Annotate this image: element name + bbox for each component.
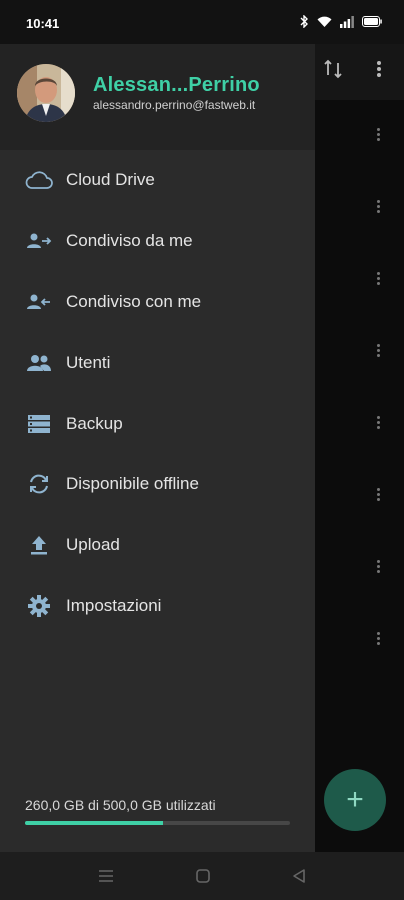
menu-item-shared-with-me[interactable]: Condiviso con me xyxy=(0,272,315,333)
menu-item-label: Disponibile offline xyxy=(66,474,199,494)
storage-usage-text: 260,0 GB di 500,0 GB utilizzati xyxy=(25,797,216,813)
menu-item-upload[interactable]: Upload xyxy=(0,515,315,576)
storage-progress-bar xyxy=(25,821,290,825)
add-fab-button[interactable]: + xyxy=(324,769,386,831)
menu-item-shared-by-me[interactable]: Condiviso da me xyxy=(0,211,315,272)
system-nav-bar xyxy=(0,852,404,900)
row-more-icon[interactable] xyxy=(372,414,384,434)
menu-item-label: Impostazioni xyxy=(66,595,162,615)
drawer-menu: Cloud Drive Condiviso da me Condiviso co… xyxy=(0,150,315,636)
menu-item-users[interactable]: Utenti xyxy=(0,332,315,393)
menu-item-label: Condiviso con me xyxy=(66,291,202,311)
more-vert-icon[interactable] xyxy=(372,58,386,85)
menu-item-label: Condiviso da me xyxy=(66,231,193,251)
row-more-icon[interactable] xyxy=(372,270,384,290)
shared-with-me-icon xyxy=(24,287,54,317)
row-more-icon[interactable] xyxy=(372,558,384,578)
cloud-icon xyxy=(24,165,54,195)
settings-icon xyxy=(24,591,54,621)
menu-item-label: Cloud Drive xyxy=(66,170,155,190)
menu-item-label: Upload xyxy=(66,535,120,555)
row-more-icon[interactable] xyxy=(372,342,384,362)
menu-item-settings[interactable]: Impostazioni xyxy=(0,576,315,637)
upload-icon xyxy=(24,530,54,560)
battery-icon xyxy=(362,16,382,27)
home-icon[interactable] xyxy=(194,867,212,890)
sync-icon xyxy=(24,469,54,499)
status-icons xyxy=(299,15,382,28)
recents-icon[interactable] xyxy=(97,867,115,890)
navigation-drawer: Alessan...Perrino alessandro.perrino@fas… xyxy=(0,44,315,852)
menu-item-backup[interactable]: Backup xyxy=(0,393,315,454)
menu-item-cloud-drive[interactable]: Cloud Drive xyxy=(0,150,315,211)
users-icon xyxy=(24,348,54,378)
storage-progress-fill xyxy=(25,821,163,825)
backup-icon xyxy=(24,409,54,439)
row-more-icon[interactable] xyxy=(372,630,384,650)
menu-item-offline[interactable]: Disponibile offline xyxy=(0,454,315,515)
back-icon[interactable] xyxy=(290,867,308,890)
row-more-icon[interactable] xyxy=(372,486,384,506)
bluetooth-icon xyxy=(299,15,309,28)
row-more-icon[interactable] xyxy=(372,126,384,146)
sort-icon[interactable] xyxy=(322,58,344,85)
status-time: 10:41 xyxy=(26,16,60,31)
user-email: alessandro.perrino@fastweb.it xyxy=(93,98,256,112)
menu-item-label: Backup xyxy=(66,413,123,433)
menu-item-label: Utenti xyxy=(66,352,111,372)
user-name: Alessan...Perrino xyxy=(93,74,260,96)
drawer-header[interactable]: Alessan...Perrino alessandro.perrino@fas… xyxy=(0,44,315,150)
plus-icon: + xyxy=(346,783,364,816)
row-more-icon[interactable] xyxy=(372,198,384,218)
signal-icon xyxy=(340,15,354,28)
status-bar: 10:41 xyxy=(0,0,404,44)
shared-by-me-icon xyxy=(24,226,54,256)
avatar[interactable] xyxy=(17,64,75,122)
wifi-icon xyxy=(317,16,332,28)
